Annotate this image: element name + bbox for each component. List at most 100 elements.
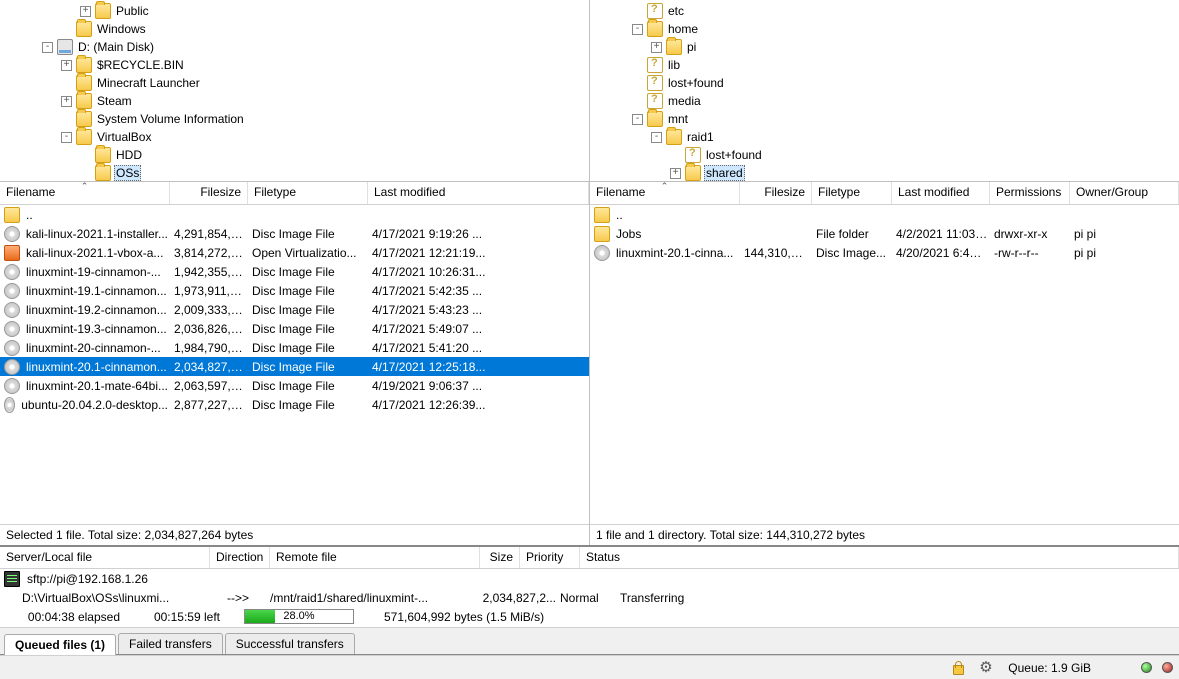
- tree-expander-icon[interactable]: +: [80, 6, 91, 17]
- file-row[interactable]: linuxmint-20.1-cinna...144,310,272Disc I…: [590, 243, 1179, 262]
- folder-icon: [647, 21, 663, 37]
- file-row[interactable]: linuxmint-19.3-cinnamon...2,036,826,1...…: [0, 319, 589, 338]
- tree-expander-icon[interactable]: -: [42, 42, 53, 53]
- file-row[interactable]: kali-linux-2021.1-installer...4,291,854,…: [0, 224, 589, 243]
- tree-item[interactable]: etc: [590, 2, 1179, 20]
- col-modified[interactable]: Last modified: [368, 182, 589, 204]
- tree-label: $RECYCLE.BIN: [95, 57, 186, 73]
- tree-item[interactable]: - VirtualBox: [0, 128, 589, 146]
- qcol-remotefile[interactable]: Remote file: [270, 547, 480, 568]
- tree-item[interactable]: lost+found: [590, 74, 1179, 92]
- tree-label: HDD: [114, 147, 144, 163]
- tree-item[interactable]: lib: [590, 56, 1179, 74]
- col-filetype[interactable]: Filetype: [812, 182, 892, 204]
- tree-item[interactable]: - D: (Main Disk): [0, 38, 589, 56]
- remote-list-header[interactable]: Filename Filesize Filetype Last modified…: [590, 182, 1179, 205]
- tree-item[interactable]: + $RECYCLE.BIN: [0, 56, 589, 74]
- file-row[interactable]: linuxmint-19-cinnamon-...1,942,355,9...D…: [0, 262, 589, 281]
- remote-list-body[interactable]: ..JobsFile folder4/2/2021 11:03:...drwxr…: [590, 205, 1179, 524]
- file-row[interactable]: ubuntu-20.04.2.0-desktop...2,877,227,0..…: [0, 395, 589, 414]
- tree-expander-icon[interactable]: +: [651, 42, 662, 53]
- local-list-header[interactable]: Filename Filesize Filetype Last modified: [0, 182, 589, 205]
- col-owner[interactable]: Owner/Group: [1070, 182, 1179, 204]
- file-row[interactable]: linuxmint-20.1-mate-64bi...2,063,597,5..…: [0, 376, 589, 395]
- tree-expander-icon[interactable]: -: [632, 24, 643, 35]
- tree-item[interactable]: +Public: [0, 2, 589, 20]
- tree-item[interactable]: Windows: [0, 20, 589, 38]
- qcol-priority[interactable]: Priority: [520, 547, 580, 568]
- lock-icon[interactable]: [950, 660, 966, 676]
- qcol-localfile[interactable]: Server/Local file: [0, 547, 210, 568]
- qcol-status[interactable]: Status: [580, 547, 1179, 568]
- queue-local-file: D:\VirtualBox\OSs\linuxmi...: [4, 591, 210, 605]
- qcol-direction[interactable]: Direction: [210, 547, 270, 568]
- file-row[interactable]: ..: [0, 205, 589, 224]
- remote-file-list: Filename Filesize Filetype Last modified…: [590, 182, 1179, 545]
- tab-queued-files[interactable]: Queued files (1): [4, 634, 116, 655]
- tab-successful-transfers[interactable]: Successful transfers: [225, 633, 355, 654]
- tree-item[interactable]: -raid1: [590, 128, 1179, 146]
- file-size: 2,034,827,2...: [174, 360, 252, 374]
- tree-label: D: (Main Disk): [76, 39, 156, 55]
- tree-item[interactable]: lost+found: [590, 146, 1179, 164]
- tree-item[interactable]: Minecraft Launcher: [0, 74, 589, 92]
- file-row[interactable]: linuxmint-19.2-cinnamon...2,009,333,7...…: [0, 300, 589, 319]
- queue-header[interactable]: Server/Local file Direction Remote file …: [0, 547, 1179, 569]
- file-mod: 4/17/2021 5:49:07 ...: [372, 322, 589, 336]
- tree-item[interactable]: OSs: [0, 164, 589, 181]
- file-row[interactable]: linuxmint-20.1-cinnamon...2,034,827,2...…: [0, 357, 589, 376]
- gear-icon[interactable]: [979, 660, 995, 676]
- col-modified[interactable]: Last modified: [892, 182, 990, 204]
- file-mod: 4/20/2021 6:48:...: [896, 246, 994, 260]
- file-name: linuxmint-19.1-cinnamon...: [26, 284, 167, 298]
- file-size: 1,973,911,5...: [174, 284, 252, 298]
- file-type: Disc Image File: [252, 379, 372, 393]
- folder-icon: [666, 39, 682, 55]
- tree-item[interactable]: + Steam: [0, 92, 589, 110]
- tree-item[interactable]: media: [590, 92, 1179, 110]
- tree-label: Steam: [95, 93, 134, 109]
- file-row[interactable]: ..: [590, 205, 1179, 224]
- tree-item[interactable]: HDD: [0, 146, 589, 164]
- tree-expander-icon[interactable]: -: [61, 132, 72, 143]
- queue-item-row[interactable]: D:\VirtualBox\OSs\linuxmi... -->> /mnt/r…: [0, 588, 1179, 607]
- folder-icon: [76, 93, 92, 109]
- file-row[interactable]: linuxmint-20-cinnamon-...1,984,790,5...D…: [0, 338, 589, 357]
- file-row[interactable]: kali-linux-2021.1-vbox-a...3,814,272,0..…: [0, 243, 589, 262]
- file-name: linuxmint-20.1-mate-64bi...: [26, 379, 168, 393]
- queue-server-row[interactable]: sftp://pi@192.168.1.26: [0, 569, 1179, 588]
- file-name: linuxmint-19.2-cinnamon...: [26, 303, 167, 317]
- tree-item[interactable]: -mnt: [590, 110, 1179, 128]
- col-filetype[interactable]: Filetype: [248, 182, 368, 204]
- tree-label: VirtualBox: [95, 129, 153, 145]
- file-perm: -rw-r--r--: [994, 246, 1074, 260]
- tree-item[interactable]: +shared: [590, 164, 1179, 181]
- local-directory-tree[interactable]: +PublicWindows - D: (Main Disk) + $RECYCLE.B…: [0, 0, 590, 181]
- tree-item[interactable]: -home: [590, 20, 1179, 38]
- tree-expander-icon[interactable]: -: [632, 114, 643, 125]
- col-filename[interactable]: Filename: [0, 182, 170, 204]
- file-row[interactable]: JobsFile folder4/2/2021 11:03:...drwxr-x…: [590, 224, 1179, 243]
- qcol-size[interactable]: Size: [480, 547, 520, 568]
- tab-failed-transfers[interactable]: Failed transfers: [118, 633, 223, 654]
- tree-expander-icon[interactable]: -: [651, 132, 662, 143]
- file-row[interactable]: linuxmint-19.1-cinnamon... 1,973,911,5...…: [0, 281, 589, 300]
- remote-directory-tree[interactable]: etc-home+piliblost+foundmedia-mnt-raid1l…: [590, 0, 1179, 181]
- col-filesize[interactable]: Filesize: [170, 182, 248, 204]
- tree-expander-icon[interactable]: +: [61, 96, 72, 107]
- tree-item[interactable]: +pi: [590, 38, 1179, 56]
- col-permissions[interactable]: Permissions: [990, 182, 1070, 204]
- tree-expander-icon[interactable]: +: [61, 60, 72, 71]
- file-size: 2,877,227,0...: [174, 398, 252, 412]
- col-filesize[interactable]: Filesize: [740, 182, 812, 204]
- queue-tabs: Queued files (1) Failed transfers Succes…: [0, 627, 1179, 655]
- tree-label: lost+found: [704, 147, 764, 163]
- local-list-body[interactable]: ..kali-linux-2021.1-installer...4,291,85…: [0, 205, 589, 524]
- tree-expander-icon[interactable]: +: [670, 168, 681, 179]
- tree-item[interactable]: System Volume Information: [0, 110, 589, 128]
- folder-icon: [666, 129, 682, 145]
- file-type: Disc Image File: [252, 227, 372, 241]
- file-own: pi pi: [1074, 227, 1179, 241]
- col-filename[interactable]: Filename: [590, 182, 740, 204]
- queue-body[interactable]: sftp://pi@192.168.1.26 D:\VirtualBox\OSs…: [0, 569, 1179, 627]
